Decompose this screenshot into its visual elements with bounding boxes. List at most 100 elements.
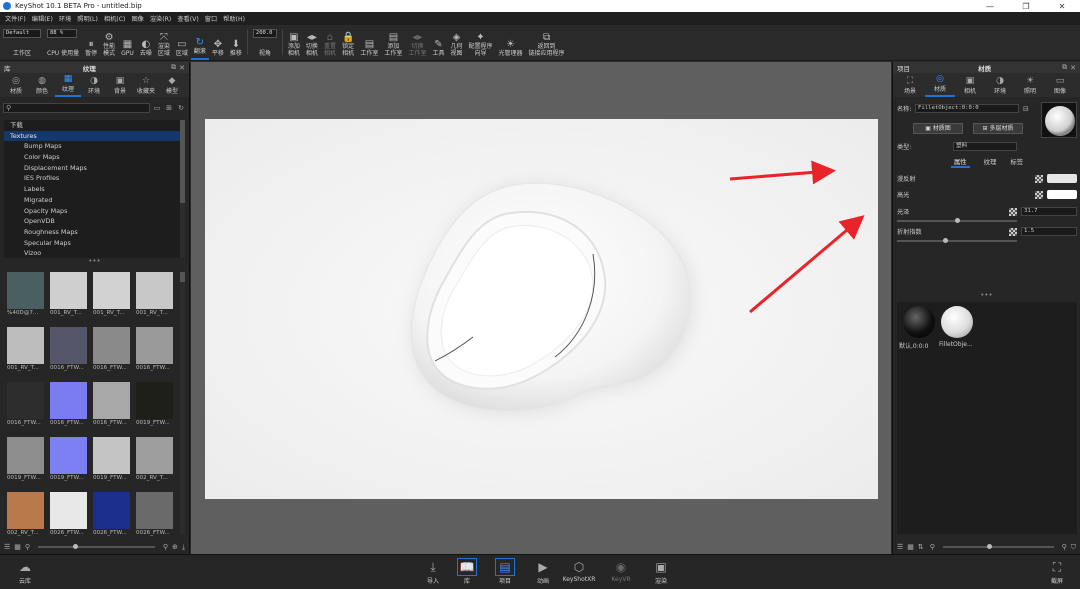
material-name-input[interactable]: FilletObject:0:0:0 xyxy=(915,104,1019,113)
toolbar-button-items2-11[interactable]: ⧉ 返回到 链接应用程序 xyxy=(526,25,568,60)
material-ball-fillet[interactable] xyxy=(941,306,973,338)
library-tab-5[interactable]: ☆ 收藏夹 xyxy=(133,76,159,97)
texture-thumbnail[interactable]: 002_RV_T... xyxy=(7,492,47,537)
toolbar-button-items-8[interactable]: ⬇ 推移 xyxy=(227,25,245,60)
texture-thumbnail[interactable]: 0016_FTW... xyxy=(136,327,176,372)
texture-thumbnail[interactable]: 001_RV_T... xyxy=(136,272,176,317)
float-panel-icon[interactable]: ⧉ xyxy=(1062,63,1067,72)
project-tab-4[interactable]: ☀ 照明 xyxy=(1015,76,1045,97)
toolbar-button-items-0[interactable]: ⏸ 暂停 xyxy=(82,25,100,60)
zoom-in-icon[interactable]: ⚲ xyxy=(163,543,168,551)
close-panel-icon[interactable]: ✕ xyxy=(179,64,185,72)
toolbar-button-items2-8[interactable]: ◈ 几何 视图 xyxy=(447,25,465,60)
texture-slot-icon[interactable] xyxy=(1009,227,1017,236)
tree-scrollbar[interactable] xyxy=(180,120,185,258)
slider-knob[interactable] xyxy=(954,218,960,223)
library-tab-3[interactable]: ◑ 环境 xyxy=(81,76,107,97)
toolbar-button-items-1[interactable]: ⚙ 性能 模式 xyxy=(100,25,118,60)
menu-item-7[interactable]: 查看(V) xyxy=(174,14,201,23)
grid-view-icon[interactable]: ▦ xyxy=(14,543,21,551)
toolbar-button-items-3[interactable]: ◐ 去噪 xyxy=(137,25,155,60)
grid-scrollbar[interactable] xyxy=(180,272,185,534)
close-panel-icon[interactable]: ✕ xyxy=(1070,64,1076,72)
splitter-handle[interactable]: ••• xyxy=(893,292,1080,299)
tree-item[interactable]: Specular Maps xyxy=(4,238,185,249)
add-icon[interactable]: ⊕ xyxy=(172,543,178,551)
tree-item[interactable]: Color Maps xyxy=(4,152,185,163)
tree-item[interactable]: 下载 xyxy=(4,120,185,131)
float-panel-icon[interactable]: ⧉ xyxy=(171,63,176,72)
list-view-icon[interactable]: ☰ xyxy=(4,543,10,551)
texture-thumbnail[interactable]: 0019_FTW... xyxy=(93,437,133,482)
tree-item[interactable]: Displacement Maps xyxy=(4,163,185,174)
ribbon-button-1[interactable]: 📖 库 xyxy=(450,558,484,585)
property-slider[interactable] xyxy=(897,238,1017,243)
fov-input[interactable]: 200.0 xyxy=(252,29,277,38)
toolbar-button-items2-2[interactable]: ⌂ 重置 相机 xyxy=(321,25,339,60)
multi-material-button[interactable]: ⊞ 多层材质 xyxy=(973,123,1023,134)
tree-item[interactable]: Textures xyxy=(4,130,185,142)
property-value-input[interactable]: 1.5 xyxy=(1021,227,1077,236)
screenshot-button[interactable]: ⛶ 截屏 xyxy=(1040,558,1074,586)
toolbar-button-items2-4[interactable]: ▤ 工作室 xyxy=(357,25,381,60)
material-graph-button[interactable]: ▣ 材质图 xyxy=(913,123,963,134)
tree-item[interactable]: Bump Maps xyxy=(4,141,185,152)
texture-thumbnail[interactable]: 001_RV_T... xyxy=(7,327,47,372)
texture-slot-icon[interactable] xyxy=(1009,207,1017,216)
real-time-viewport[interactable] xyxy=(191,62,891,554)
menu-item-4[interactable]: 相机(C) xyxy=(101,14,129,23)
grid-view-icon[interactable]: ▦ xyxy=(907,543,914,551)
tree-item[interactable]: Migrated xyxy=(4,195,185,206)
splitter-handle[interactable]: ••• xyxy=(0,258,189,265)
project-tab-1[interactable]: ◎ 材质 xyxy=(925,74,955,97)
toolbar-button-items2-7[interactable]: ✎ 工具 xyxy=(429,25,447,60)
toolbar-button-items2-0[interactable]: ▣ 添加 相机 xyxy=(285,25,303,60)
toolbar-button-items-4[interactable]: ⤧ 渲染 区域 xyxy=(155,25,173,60)
texture-thumbnail[interactable]: 002_RV_T... xyxy=(136,437,176,482)
color-swatch[interactable] xyxy=(1047,174,1077,183)
refresh-icon[interactable]: ↻ xyxy=(176,104,186,112)
texture-thumbnail[interactable]: 0016_FTW... xyxy=(50,382,90,427)
toolbar-button-items2-10[interactable]: ☀ 光管理器 xyxy=(496,25,526,60)
toolbar-button-items-6[interactable]: ↻ 翻滚 xyxy=(190,25,209,60)
menu-item-3[interactable]: 照明(L) xyxy=(74,14,101,23)
menu-item-5[interactable]: 图像 xyxy=(128,14,146,23)
material-thumbnail-slider[interactable] xyxy=(942,544,1054,549)
material-type-select[interactable]: 塑料 xyxy=(953,142,1017,151)
menu-item-1[interactable]: 编辑(E) xyxy=(29,14,56,23)
library-tab-2[interactable]: ▦ 纹理 xyxy=(55,74,81,97)
minimize-button[interactable]: — xyxy=(972,2,1008,11)
material-subtab-2[interactable]: 标签 xyxy=(1010,157,1023,168)
list-view-icon[interactable]: ☰ xyxy=(897,543,903,551)
import-icon[interactable]: ⤓ xyxy=(182,543,185,552)
texture-thumbnail[interactable]: 0016_FTW... xyxy=(93,382,133,427)
cloud-library-button[interactable]: ☁ 云库 xyxy=(8,558,42,585)
menu-item-6[interactable]: 渲染(R) xyxy=(147,14,175,23)
thumbnail-size-slider[interactable] xyxy=(38,544,155,549)
material-ball-default[interactable] xyxy=(903,306,935,338)
texture-slot-icon[interactable] xyxy=(1035,174,1043,183)
library-tab-0[interactable]: ◎ 材质 xyxy=(3,76,29,97)
texture-thumbnail[interactable]: %40D@7... xyxy=(7,272,47,317)
project-tab-0[interactable]: ⛶ 场景 xyxy=(895,76,925,97)
texture-thumbnail[interactable]: 001_RV_T... xyxy=(93,272,133,317)
project-tab-3[interactable]: ◑ 环境 xyxy=(985,76,1015,97)
maximize-button[interactable]: ❐ xyxy=(1008,2,1044,11)
library-tab-4[interactable]: ▣ 背景 xyxy=(107,76,133,97)
workspace-select[interactable]: Default xyxy=(3,29,41,38)
property-value-input[interactable]: 31.7 xyxy=(1021,207,1077,216)
texture-thumbnail[interactable]: 001_RV_T... xyxy=(50,272,90,317)
texture-thumbnail[interactable]: 0026_FTW... xyxy=(93,492,133,537)
tree-item[interactable]: OpenVDB xyxy=(4,216,185,227)
library-tab-1[interactable]: ◍ 颜色 xyxy=(29,76,55,97)
ribbon-button-4[interactable]: ⬡ KeyShotXR xyxy=(562,558,596,583)
ribbon-button-2[interactable]: ▤ 项目 xyxy=(488,558,522,585)
render-view[interactable] xyxy=(205,119,878,499)
save-icon[interactable]: ⊟ xyxy=(1023,105,1029,113)
material-subtab-1[interactable]: 纹理 xyxy=(984,157,997,168)
toolbar-button-items-5[interactable]: ▭ 区域 xyxy=(173,25,191,60)
tree-item[interactable]: IES Profiles xyxy=(4,173,185,184)
slider-knob[interactable] xyxy=(942,238,948,243)
menu-item-8[interactable]: 窗口 xyxy=(202,14,220,23)
texture-thumbnail[interactable]: 0019_FTW... xyxy=(136,382,176,427)
